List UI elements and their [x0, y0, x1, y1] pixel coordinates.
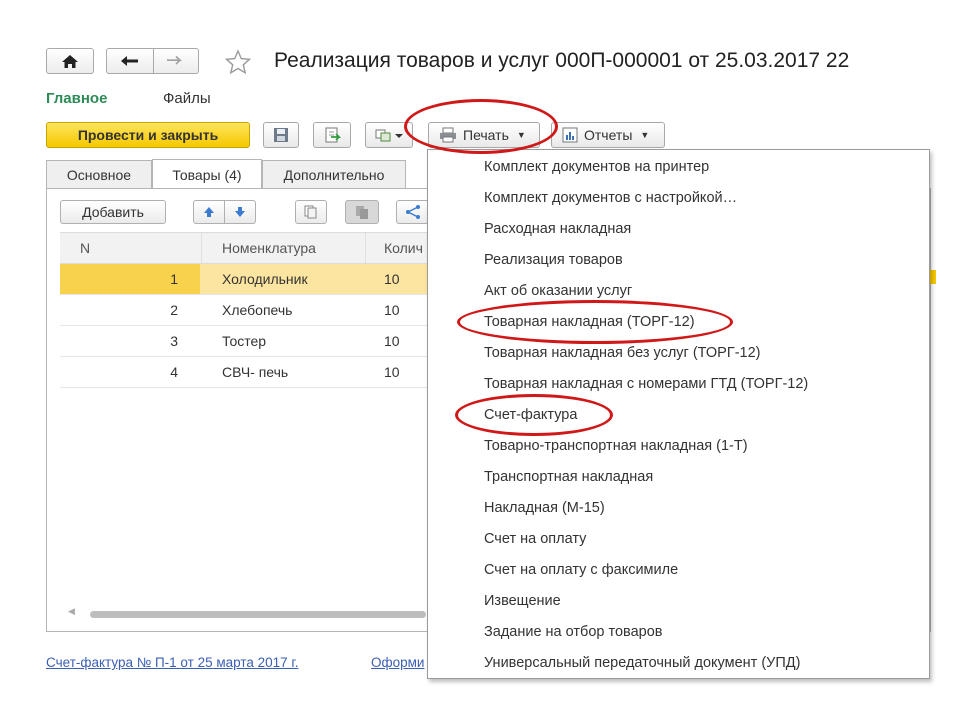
copy-row-button[interactable] [295, 200, 327, 224]
menu-item-picking-task[interactable]: Задание на отбор товаров [484, 624, 662, 640]
row-qty: 10 [384, 271, 400, 287]
menu-item-doc-set-settings[interactable]: Комплект документов с настройкой… [484, 190, 737, 206]
move-down-button[interactable] [224, 200, 256, 224]
home-button[interactable] [46, 48, 94, 74]
menu-item-expense-invoice[interactable]: Расходная накладная [484, 221, 631, 237]
tab-additional[interactable]: Дополнительно [262, 160, 406, 188]
report-icon [562, 127, 578, 143]
column-header-name[interactable]: Номенклатура [202, 233, 364, 263]
table-header: N Номенклатура Колич [60, 232, 430, 264]
column-header-n[interactable]: N [60, 233, 200, 263]
goods-table: N Номенклатура Колич 1 Холодильник 10 2 … [60, 232, 430, 388]
create-based-on-icon [375, 129, 403, 142]
menu-item-transport-waybill-1t[interactable]: Товарно-транспортная накладная (1-Т) [484, 438, 748, 454]
arrow-right-icon [167, 55, 183, 65]
create-based-on-button[interactable] [365, 122, 413, 148]
move-up-button[interactable] [193, 200, 225, 224]
menu-item-torg12[interactable]: Товарная накладная (ТОРГ-12) [484, 314, 695, 330]
row-number: 1 [60, 264, 200, 294]
favorite-star-icon[interactable] [224, 49, 252, 75]
home-icon [62, 55, 78, 68]
row-qty: 10 [384, 364, 400, 380]
row-name: Тостер [222, 333, 267, 349]
files-section-link[interactable]: Файлы [163, 90, 211, 107]
table-row[interactable]: 2 Хлебопечь 10 [60, 295, 430, 326]
row-name: Хлебопечь [222, 302, 293, 318]
scroll-left-icon[interactable]: ◀ [68, 606, 75, 617]
menu-item-torg12-gtd[interactable]: Товарная накладная с номерами ГТД (ТОРГ-… [484, 376, 808, 392]
menu-item-m15[interactable]: Накладная (М-15) [484, 500, 605, 516]
arrow-down-icon [235, 207, 245, 217]
row-name: СВЧ- печь [222, 364, 289, 380]
menu-item-services-act[interactable]: Акт об оказании услуг [484, 283, 632, 299]
menu-item-doc-set-printer[interactable]: Комплект документов на принтер [484, 159, 709, 175]
reports-menu-button[interactable]: Отчеты ▼ [551, 122, 665, 148]
save-button[interactable] [263, 122, 299, 148]
table-row[interactable]: 1 Холодильник 10 [60, 264, 430, 295]
printer-icon [440, 127, 456, 143]
menu-item-payment-bill[interactable]: Счет на оплату [484, 531, 586, 547]
fill-button[interactable] [396, 200, 430, 224]
main-section-link[interactable]: Главное [46, 90, 107, 107]
arrow-up-icon [204, 207, 214, 217]
row-number: 2 [170, 302, 178, 318]
tab-goods[interactable]: Товары (4) [152, 159, 262, 189]
document-title: Реализация товаров и услуг 000П-000001 о… [274, 49, 850, 72]
issue-invoice-link[interactable]: Оформи [371, 655, 424, 670]
chevron-down-icon: ▼ [516, 130, 526, 140]
floppy-disk-icon [274, 128, 288, 142]
tab-main[interactable]: Основное [46, 160, 152, 188]
post-button[interactable] [313, 122, 351, 148]
menu-item-goods-sale[interactable]: Реализация товаров [484, 252, 623, 268]
add-row-button[interactable]: Добавить [60, 200, 166, 224]
menu-item-invoice[interactable]: Счет-фактура [484, 407, 577, 423]
column-header-qty[interactable]: Колич [366, 233, 430, 263]
horizontal-scrollbar[interactable]: ◀ [60, 606, 428, 622]
chevron-down-icon: ▼ [640, 130, 650, 140]
table-row[interactable]: 4 СВЧ- печь 10 [60, 357, 430, 388]
row-number: 3 [170, 333, 178, 349]
forward-button[interactable] [153, 48, 199, 74]
row-qty: 10 [384, 333, 400, 349]
table-row[interactable]: 3 Тостер 10 [60, 326, 430, 357]
post-and-close-button[interactable]: Провести и закрыть [46, 122, 250, 148]
invoice-link[interactable]: Счет-фактура № П-1 от 25 марта 2017 г. [46, 655, 298, 670]
menu-item-notice[interactable]: Извещение [484, 593, 561, 609]
row-number: 4 [170, 364, 178, 380]
scrollbar-thumb[interactable] [90, 611, 426, 618]
menu-item-transport-waybill[interactable]: Транспортная накладная [484, 469, 653, 485]
arrow-left-icon [121, 56, 138, 66]
menu-item-torg12-no-services[interactable]: Товарная накладная без услуг (ТОРГ-12) [484, 345, 760, 361]
print-dropdown-menu: Комплект документов на принтер Комплект … [427, 149, 930, 679]
print-menu-label: Печать [463, 127, 509, 143]
share-icon [406, 205, 420, 219]
row-name: Холодильник [222, 271, 308, 287]
menu-item-payment-bill-facsimile[interactable]: Счет на оплату с факсимиле [484, 562, 678, 578]
reports-menu-label: Отчеты [584, 127, 633, 143]
copy-icon [304, 205, 317, 219]
menu-item-upd[interactable]: Универсальный передаточный документ (УПД… [484, 655, 800, 671]
paste-icon [356, 206, 368, 219]
print-menu-button[interactable]: Печать ▼ [428, 122, 540, 148]
paste-row-button[interactable] [345, 200, 379, 224]
post-document-icon [325, 127, 341, 143]
back-button[interactable] [106, 48, 154, 74]
row-qty: 10 [384, 302, 400, 318]
